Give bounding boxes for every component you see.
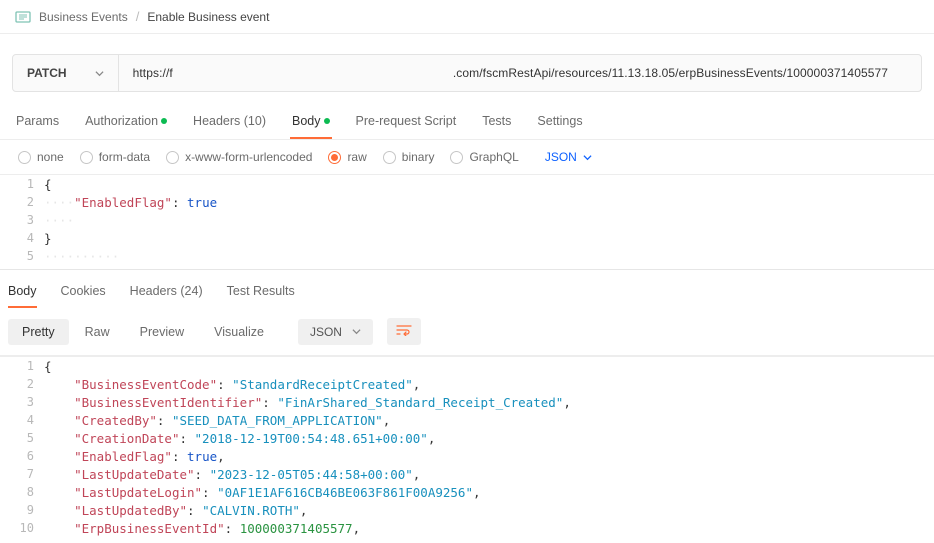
collection-icon bbox=[15, 9, 31, 25]
breadcrumb: Business Events / Enable Business event bbox=[0, 0, 934, 34]
view-visualize[interactable]: Visualize bbox=[200, 319, 278, 345]
resp-tab-testresults[interactable]: Test Results bbox=[227, 284, 295, 308]
request-tabs: Params Authorization Headers (10) Body P… bbox=[0, 106, 934, 140]
chevron-down-icon bbox=[95, 69, 104, 78]
view-pretty[interactable]: Pretty bbox=[8, 319, 69, 345]
request-body-editor[interactable]: 1{ 2····"EnabledFlag": true 3···· 4} 5··… bbox=[0, 174, 934, 265]
status-dot-icon bbox=[324, 118, 330, 124]
tab-settings[interactable]: Settings bbox=[535, 106, 584, 139]
body-type-options: none form-data x-www-form-urlencoded raw… bbox=[0, 140, 934, 174]
tab-tests[interactable]: Tests bbox=[480, 106, 513, 139]
url-input[interactable]: https://f.com/fscmRestApi/resources/11.1… bbox=[119, 55, 921, 91]
tab-prerequest[interactable]: Pre-request Script bbox=[354, 106, 459, 139]
radio-formdata[interactable]: form-data bbox=[80, 150, 150, 164]
method-label: PATCH bbox=[27, 66, 67, 80]
tab-params[interactable]: Params bbox=[14, 106, 61, 139]
request-url-bar: PATCH https://f.com/fscmRestApi/resource… bbox=[12, 54, 922, 92]
breadcrumb-current: Enable Business event bbox=[147, 10, 269, 24]
breadcrumb-separator: / bbox=[136, 9, 140, 24]
breadcrumb-parent[interactable]: Business Events bbox=[39, 10, 128, 24]
wrap-lines-button[interactable] bbox=[387, 318, 421, 345]
radio-xwww[interactable]: x-www-form-urlencoded bbox=[166, 150, 312, 164]
radio-none[interactable]: none bbox=[18, 150, 64, 164]
tab-headers[interactable]: Headers (10) bbox=[191, 106, 268, 139]
wrap-icon bbox=[396, 324, 412, 336]
response-view-options: Pretty Raw Preview Visualize JSON bbox=[0, 308, 934, 356]
chevron-down-icon bbox=[583, 153, 592, 162]
response-tabs: Body Cookies Headers (24) Test Results bbox=[0, 269, 934, 308]
resp-tab-body[interactable]: Body bbox=[8, 284, 37, 308]
response-body-viewer[interactable]: 1{ 2 "BusinessEventCode": "StandardRecei… bbox=[0, 356, 934, 537]
view-raw[interactable]: Raw bbox=[71, 319, 124, 345]
status-dot-icon bbox=[161, 118, 167, 124]
radio-binary[interactable]: binary bbox=[383, 150, 435, 164]
content-type-selector[interactable]: JSON bbox=[545, 150, 592, 164]
resp-tab-cookies[interactable]: Cookies bbox=[61, 284, 106, 308]
method-selector[interactable]: PATCH bbox=[13, 55, 119, 91]
chevron-down-icon bbox=[352, 327, 361, 336]
radio-raw[interactable]: raw bbox=[328, 150, 366, 164]
radio-graphql[interactable]: GraphQL bbox=[450, 150, 518, 164]
tab-authorization[interactable]: Authorization bbox=[83, 106, 169, 139]
view-preview[interactable]: Preview bbox=[126, 319, 198, 345]
tab-body[interactable]: Body bbox=[290, 106, 332, 139]
response-format-selector[interactable]: JSON bbox=[298, 319, 373, 345]
resp-tab-headers[interactable]: Headers (24) bbox=[130, 284, 203, 308]
